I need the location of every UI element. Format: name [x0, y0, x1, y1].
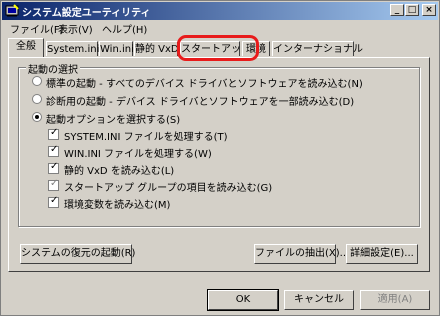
radio-normal-label[interactable]: 標準の起動 - すべてのデバイス ドライバとソフトウェアを読み込む(N) — [46, 75, 363, 90]
cancel-button[interactable]: キャンセル — [284, 290, 354, 310]
menu-help[interactable]: ヘルプ(H) — [102, 21, 147, 36]
tab-international[interactable]: インターナショナル — [272, 41, 363, 56]
check-environment-label[interactable]: 環境変数を読み込む(M) — [64, 196, 170, 211]
checkmark-icon: ✓ — [50, 178, 59, 189]
check-startup-group-label[interactable]: スタートアップ グループの項目を読み込む(G) — [64, 179, 272, 194]
radio-selective-label[interactable]: 起動オプションを選択する(S) — [46, 111, 180, 126]
tab-system-ini[interactable]: System.ini — [46, 41, 99, 56]
window-title: システム設定ユーティリティ — [22, 8, 151, 19]
checkmark-icon: ✓ — [50, 127, 59, 138]
tab-static-vxd[interactable]: 静的 VxD — [134, 41, 179, 56]
minimize-button[interactable]: _ — [390, 4, 404, 16]
radio-selective-startup[interactable] — [32, 112, 42, 122]
radio-diagnostic-startup[interactable] — [32, 94, 42, 104]
check-startup-group[interactable]: ✓ — [48, 178, 59, 191]
apply-button[interactable]: 適用(A) — [360, 290, 430, 310]
radio-selected-dot — [35, 115, 39, 119]
check-win-ini-label[interactable]: WIN.INI ファイルを処理する(W) — [64, 145, 212, 160]
radio-diagnostic-label[interactable]: 診断用の起動 - デバイス ドライバとソフトウェアを一部読み込む(D) — [46, 93, 354, 108]
title-bar[interactable]: システム設定ユーティリティ _ □ × — [2, 2, 438, 20]
system-restore-button[interactable]: システムの復元の起動(R) — [20, 244, 135, 264]
menu-bar: ファイル(F) 表示(V) ヘルプ(H) — [2, 20, 438, 36]
check-static-vxd[interactable]: ✓ — [48, 161, 59, 174]
advanced-button[interactable]: 詳細設定(E)... — [346, 244, 418, 264]
check-system-ini[interactable]: ✓ — [48, 127, 59, 140]
extract-file-button[interactable]: ファイルの抽出(X)... — [254, 244, 349, 264]
checkmark-icon: ✓ — [50, 144, 59, 155]
maximize-button[interactable]: □ — [405, 4, 419, 16]
menu-file[interactable]: ファイル(F) — [10, 21, 64, 36]
check-static-vxd-label[interactable]: 静的 VxD を読み込む(L) — [64, 162, 174, 177]
radio-normal-startup[interactable] — [32, 76, 42, 86]
app-icon — [5, 4, 19, 17]
checkmark-icon: ✓ — [50, 195, 59, 206]
group-legend: 起動の選択 — [26, 61, 80, 76]
check-environment[interactable]: ✓ — [48, 195, 59, 208]
check-win-ini[interactable]: ✓ — [48, 144, 59, 157]
close-button[interactable]: × — [422, 4, 436, 16]
highlight-ring — [177, 35, 259, 61]
menu-view[interactable]: 表示(V) — [58, 21, 93, 36]
ok-button[interactable]: OK — [207, 289, 279, 311]
tab-general[interactable]: 全般 — [8, 38, 44, 57]
check-system-ini-label[interactable]: SYSTEM.INI ファイルを処理する(T) — [64, 128, 228, 143]
checkmark-icon: ✓ — [50, 161, 59, 172]
tab-win-ini[interactable]: Win.ini — [99, 41, 134, 56]
